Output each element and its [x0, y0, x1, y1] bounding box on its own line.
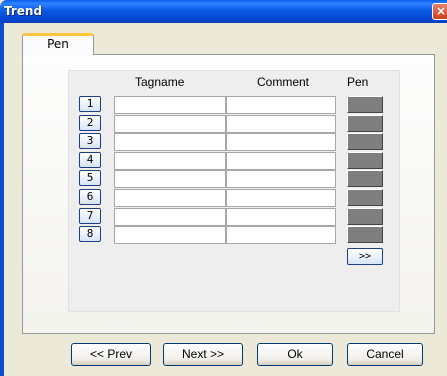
pen-number-button[interactable]: 3 — [79, 133, 101, 149]
pen-number-button[interactable]: 7 — [79, 208, 101, 224]
pen-color-swatch[interactable] — [347, 208, 383, 225]
pen-color-swatch[interactable] — [347, 170, 383, 187]
tab-pen[interactable]: Pen — [22, 33, 94, 55]
comment-field[interactable] — [226, 152, 336, 170]
tagname-field[interactable] — [114, 170, 226, 188]
comment-field[interactable] — [226, 170, 336, 188]
window-title: Trend — [4, 4, 43, 18]
pen-number-button[interactable]: 4 — [79, 152, 101, 168]
title-bar[interactable]: Trend × — [0, 0, 447, 23]
next-button[interactable]: Next >> — [163, 343, 243, 366]
comment-field[interactable] — [226, 96, 336, 114]
pen-number-button[interactable]: 8 — [79, 226, 101, 242]
comment-field[interactable] — [226, 208, 336, 226]
pen-number-button[interactable]: 1 — [79, 96, 101, 112]
comment-field[interactable] — [226, 133, 336, 151]
pen-number-button[interactable]: 2 — [79, 115, 101, 131]
header-comment: Comment — [257, 75, 310, 89]
pen-color-swatch[interactable] — [347, 226, 383, 243]
comment-field[interactable] — [226, 226, 336, 244]
pen-color-swatch[interactable] — [347, 152, 383, 169]
close-button[interactable]: × — [432, 3, 447, 20]
comment-field[interactable] — [226, 115, 336, 133]
pen-color-swatch[interactable] — [347, 189, 383, 206]
tagname-field[interactable] — [114, 226, 226, 244]
tagname-field[interactable] — [114, 96, 226, 114]
pen-color-swatch[interactable] — [347, 115, 383, 132]
tagname-field[interactable] — [114, 208, 226, 226]
pen-number-button[interactable]: 5 — [79, 170, 101, 186]
cancel-button[interactable]: Cancel — [347, 343, 423, 366]
ok-button[interactable]: Ok — [257, 343, 333, 366]
trend-dialog: Trend × Pen Tagname Comment Pen 1 2 3 4 5 6 7 8… — [0, 0, 447, 376]
pen-color-swatch[interactable] — [347, 133, 383, 150]
pen-color-swatch[interactable] — [347, 96, 383, 113]
header-pen: Pen — [347, 75, 369, 89]
prev-button[interactable]: << Prev — [71, 343, 151, 366]
pen-number-button[interactable]: 6 — [79, 189, 101, 205]
tagname-field[interactable] — [114, 133, 226, 151]
close-icon: × — [435, 4, 447, 18]
tagname-field[interactable] — [114, 189, 226, 207]
comment-field[interactable] — [226, 189, 336, 207]
tagname-field[interactable] — [114, 152, 226, 170]
header-tagname: Tagname — [135, 75, 185, 89]
window-frame-left — [0, 23, 4, 376]
more-pens-button[interactable]: >> — [347, 248, 383, 265]
tagname-field[interactable] — [114, 115, 226, 133]
